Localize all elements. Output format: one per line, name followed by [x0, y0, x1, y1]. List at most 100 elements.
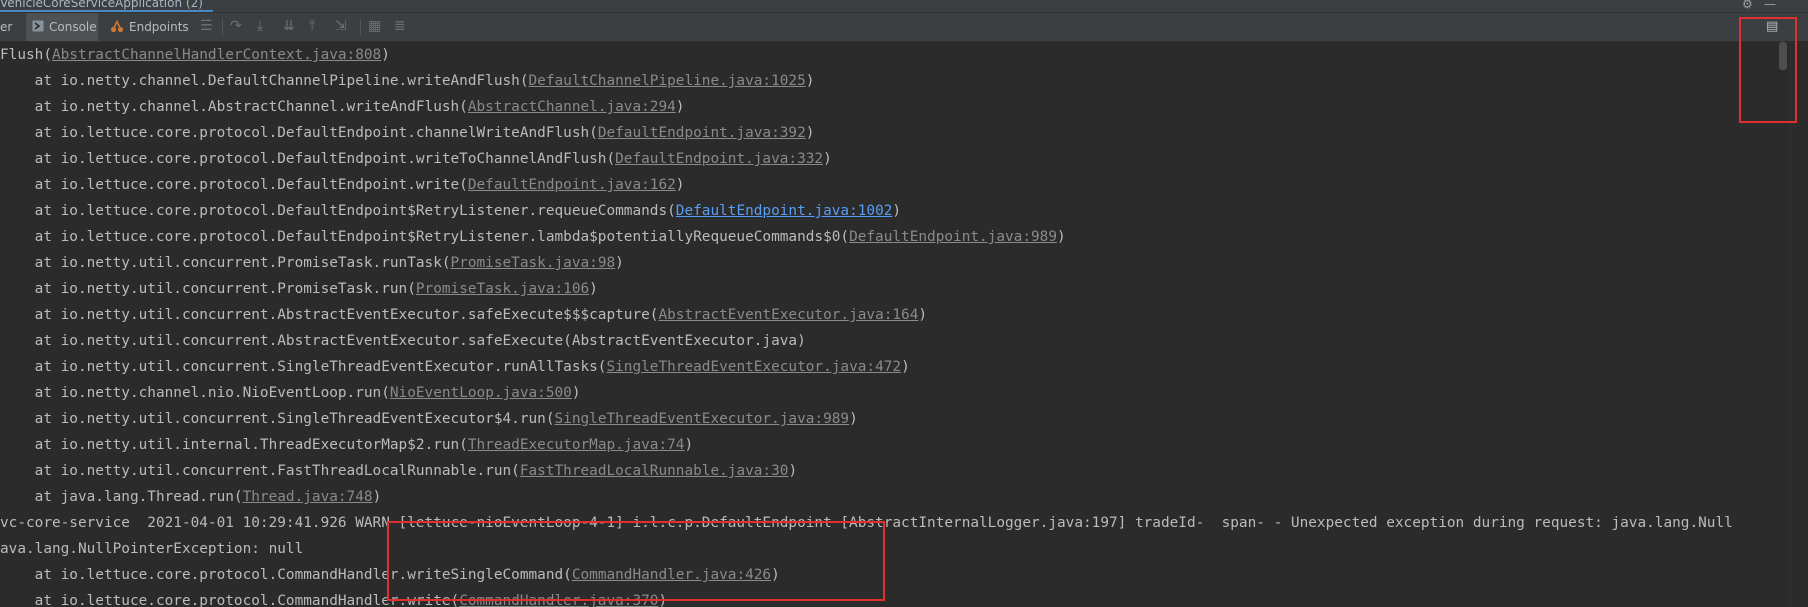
console-text: at io.lettuce.core.protocol.DefaultEndpo… — [0, 125, 598, 141]
console-text: at io.lettuce.core.protocol.CommandHandl… — [0, 567, 572, 583]
run-to-cursor-icon[interactable]: ⇲ — [335, 18, 347, 34]
console-text: ) — [1057, 229, 1066, 245]
console-icon — [32, 20, 44, 35]
console-text: at io.netty.util.concurrent.SingleThread… — [0, 411, 555, 427]
tab-endpoints-label: Endpoints — [129, 20, 189, 34]
tab-console[interactable]: Console — [26, 13, 98, 41]
console-text: ) — [805, 125, 815, 141]
console-text: at io.netty.util.internal.ThreadExecutor… — [0, 437, 468, 453]
tab-partial[interactable]: er — [0, 13, 24, 41]
console-text: ) — [571, 385, 581, 401]
run-tab-strip: VehicleCoreServiceApplication (2) ⚙ — — [0, 0, 1808, 13]
console-line: vc-core-service 2021-04-01 10:29:41.926 … — [0, 512, 1733, 538]
console-line: ava.lang.NullPointerException: null — [0, 538, 303, 564]
console-text: at io.lettuce.core.protocol.CommandHandl… — [0, 593, 460, 607]
console-text: ) — [918, 307, 928, 323]
source-link[interactable]: ThreadExecutorMap.java:74 — [468, 437, 685, 453]
source-link[interactable]: AbstractChannelHandlerContext.java:808 — [52, 47, 381, 63]
source-link[interactable]: AbstractEventExecutor.java:164 — [658, 307, 918, 323]
step-into-icon[interactable]: ⤓ — [257, 18, 263, 34]
minimize-icon[interactable]: — — [1764, 0, 1776, 11]
source-link[interactable]: CommandHandler.java:426 — [572, 567, 771, 583]
console-text: ) — [675, 99, 685, 115]
console-line: at io.lettuce.core.protocol.CommandHandl… — [0, 564, 780, 590]
console-text: at java.lang.Thread.run( — [0, 489, 243, 505]
console-text: ) — [615, 255, 624, 271]
console-line: at io.netty.util.concurrent.PromiseTask.… — [0, 252, 624, 278]
console-line: Flush(AbstractChannelHandlerContext.java… — [0, 44, 390, 70]
console-text: at io.netty.util.concurrent.AbstractEven… — [0, 333, 806, 349]
source-link[interactable]: CommandHandler.java:370 — [459, 593, 658, 607]
console-line: at io.lettuce.core.protocol.CommandHandl… — [0, 590, 668, 607]
console-text: ) — [805, 73, 815, 89]
source-link[interactable]: SingleThreadEventExecutor.java:472 — [606, 359, 901, 375]
menu-icon[interactable]: ☰ — [200, 18, 213, 34]
console-line: at io.lettuce.core.protocol.DefaultEndpo… — [0, 226, 1066, 252]
console-text: at io.netty.util.concurrent.SingleThread… — [0, 359, 607, 375]
console-text: vc-core-service 2021-04-01 10:29:41.926 … — [0, 515, 1733, 531]
console-text: ) — [849, 411, 858, 427]
evaluate-icon[interactable]: ▦ — [368, 18, 381, 34]
console-text: ) — [589, 281, 598, 297]
toolbar-divider — [360, 19, 361, 35]
step-out-icon[interactable]: ⤒ — [309, 18, 315, 34]
trace-icon[interactable]: ≣ — [394, 18, 406, 34]
console-text: ) — [372, 489, 382, 505]
console-text: ) — [823, 151, 832, 167]
console-toolbar: er Console Endpoints ☰ ↷ ⤓ ⇊ ⤒ ⇲ ▦ ≣ — [0, 13, 1808, 42]
console-text: at io.netty.channel.DefaultChannelPipeli… — [0, 73, 529, 89]
source-link[interactable]: DefaultEndpoint.java:1002 — [676, 203, 893, 219]
console-text: ) — [675, 177, 685, 193]
toolbar-divider — [222, 19, 223, 35]
console-text: at io.lettuce.core.protocol.DefaultEndpo… — [0, 177, 468, 193]
tab-endpoints[interactable]: Endpoints — [110, 13, 196, 41]
tab-partial-label: er — [0, 20, 13, 34]
console-line: at io.lettuce.core.protocol.DefaultEndpo… — [0, 174, 685, 200]
console-text: ava.lang.NullPointerException: null — [0, 541, 304, 557]
vertical-scrollbar[interactable] — [1790, 41, 1808, 607]
console-line: at io.netty.channel.AbstractChannel.writ… — [0, 96, 685, 122]
console-text: at io.netty.util.concurrent.AbstractEven… — [0, 307, 659, 323]
source-link[interactable]: NioEventLoop.java:500 — [390, 385, 572, 401]
console-line: at io.netty.util.concurrent.AbstractEven… — [0, 330, 806, 356]
console-text: at io.netty.channel.AbstractChannel.writ… — [0, 99, 468, 115]
console-text: ) — [892, 203, 902, 219]
console-line: at io.lettuce.core.protocol.DefaultEndpo… — [0, 200, 901, 226]
gear-icon[interactable]: ⚙ — [1742, 0, 1753, 11]
source-link[interactable]: FastThreadLocalRunnable.java:30 — [520, 463, 789, 479]
console-line: at io.lettuce.core.protocol.DefaultEndpo… — [0, 148, 832, 174]
console-line: at io.netty.util.internal.ThreadExecutor… — [0, 434, 694, 460]
console-line: at io.netty.channel.DefaultChannelPipeli… — [0, 70, 815, 96]
console-text: at io.netty.util.concurrent.PromiseTask.… — [0, 255, 451, 271]
console-line: at io.netty.util.concurrent.SingleThread… — [0, 356, 910, 382]
console-text: ) — [381, 47, 390, 63]
console-text: at io.netty.channel.nio.NioEventLoop.run… — [0, 385, 390, 401]
source-link[interactable]: PromiseTask.java:106 — [416, 281, 589, 297]
console-output: Flush(AbstractChannelHandlerContext.java… — [0, 44, 1790, 607]
console-line: at io.netty.util.concurrent.SingleThread… — [0, 408, 858, 434]
console-line: at io.netty.util.concurrent.PromiseTask.… — [0, 278, 598, 304]
console-text: ) — [684, 437, 694, 453]
console-text: ) — [658, 593, 668, 607]
source-link[interactable]: PromiseTask.java:98 — [451, 255, 616, 271]
source-link[interactable]: DefaultEndpoint.java:332 — [615, 151, 823, 167]
console-text: ) — [901, 359, 910, 375]
source-link[interactable]: DefaultEndpoint.java:162 — [468, 177, 676, 193]
source-link[interactable]: AbstractChannel.java:294 — [468, 99, 676, 115]
layout-icon[interactable]: ▤ — [1766, 19, 1778, 34]
step-over-icon[interactable]: ↷ — [230, 18, 242, 34]
source-link[interactable]: SingleThreadEventExecutor.java:989 — [555, 411, 850, 427]
run-tab[interactable]: VehicleCoreServiceApplication (2) — [0, 0, 213, 12]
console-text: at io.lettuce.core.protocol.DefaultEndpo… — [0, 229, 850, 245]
console-line: at io.netty.util.concurrent.AbstractEven… — [0, 304, 927, 330]
force-step-into-icon[interactable]: ⇊ — [283, 18, 295, 34]
console-line: at io.netty.util.concurrent.FastThreadLo… — [0, 460, 797, 486]
source-link[interactable]: DefaultChannelPipeline.java:1025 — [529, 73, 806, 89]
scrollbar-thumb[interactable] — [1779, 42, 1787, 70]
console-text: at io.netty.util.concurrent.FastThreadLo… — [0, 463, 520, 479]
console-text: ) — [771, 567, 780, 583]
run-tab-label: VehicleCoreServiceApplication (2) — [0, 0, 203, 10]
source-link[interactable]: Thread.java:748 — [243, 489, 373, 505]
source-link[interactable]: DefaultEndpoint.java:392 — [598, 125, 806, 141]
source-link[interactable]: DefaultEndpoint.java:989 — [849, 229, 1057, 245]
